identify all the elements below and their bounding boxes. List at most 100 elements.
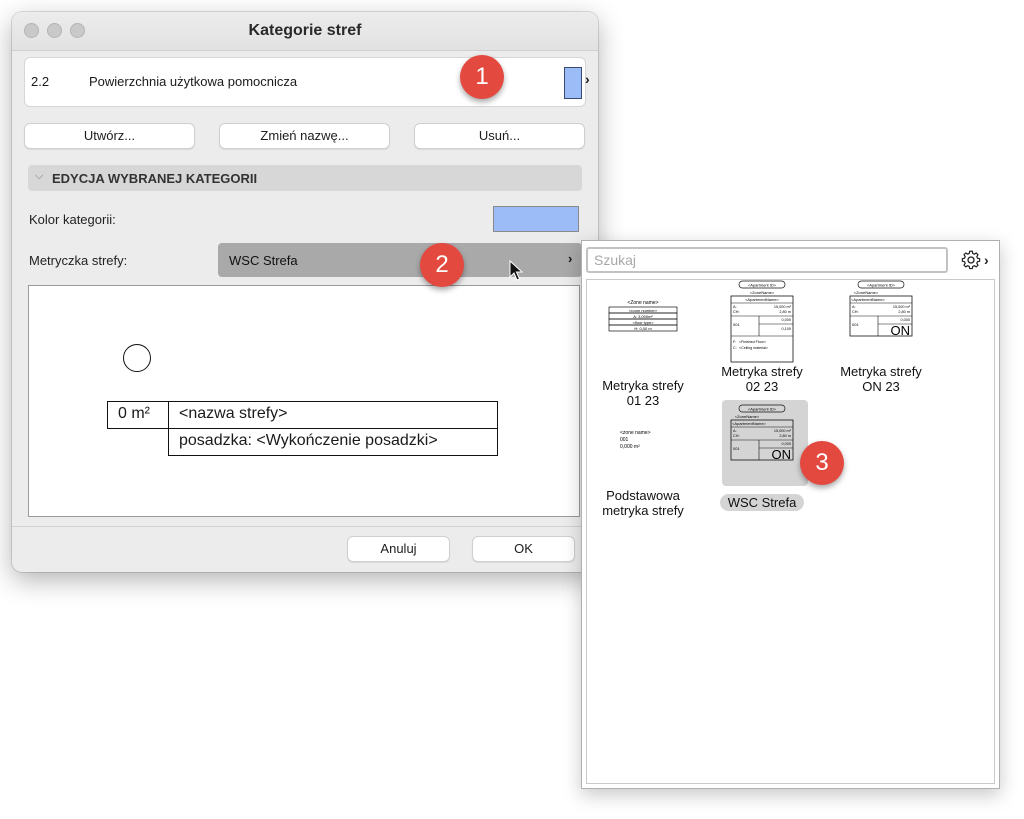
step-marker-3: 3 [800,441,844,485]
preview-floor-cell: posadzka: <Wykończenie posadzki> [168,428,498,456]
thumb-code-001: 001 [733,322,740,327]
section-title: EDYCJA WYBRANEJ KATEGORII [52,171,258,186]
stamp-caption-line2: metryka strefy [602,503,684,518]
zone-stamp-select[interactable]: WSC Strefa › [218,243,582,277]
thumb-area-small: A: 3,000m² [633,314,653,319]
cancel-button[interactable]: Anuluj [347,536,450,562]
category-code: 2.2 [31,74,50,89]
category-name: Powierzchnia użytkowa pomocnicza [89,74,298,89]
zone-stamp-library-popover: › <Zone name> <room number> A: 3,000m² <… [581,240,1000,789]
thumb-code-001: 001 [620,437,629,443]
thumb-apartment-name: <ApartmentName> [745,297,779,302]
thumb-height-value: 2,80 m [898,310,910,314]
stamp-thumbnail-01: <Zone name> <room number> A: 3,000m² <fl… [608,300,678,332]
thumb-small-value: 0,000 [781,318,791,322]
thumb-zone-name-tag: <ZoneName> [750,290,775,295]
stamp-thumbnail-04: <zone name> 001 0,000 m² [620,430,651,450]
edit-category-section-header[interactable]: ⌵ EDYCJA WYBRANEJ KATEGORII [28,165,582,191]
thumb-a-label: A: [733,429,737,433]
thumb-c-label: C: [733,346,737,350]
chevron-down-icon: ⌵ [35,170,44,182]
step-marker-1: 1 [460,55,504,99]
thumb-zone-name-tag: <ZoneName> [854,290,879,295]
thumb-apartment-id: <Apartment ID> [748,282,777,287]
rename-button[interactable]: Zmień nazwę... [219,123,390,149]
stamp-caption-02: Metryka strefy 02 23 [708,364,816,394]
thumb-code-001: 001 [852,322,859,327]
chevron-right-icon: › [568,251,573,266]
stamp-caption-line2: 02 23 [745,379,779,394]
thumb-zone-name: <Zone name> [627,300,658,306]
stamp-caption-line1: Podstawowa [606,488,680,503]
thumb-basic-area: 0,000 m² [620,444,640,450]
thumb-a-label: A: [733,305,737,309]
thumb-small-value-2: 0,100 [781,327,791,331]
stamp-thumbnail-05: <Apartment ID> <ZoneName> <ApartmentName… [730,404,794,462]
gear-icon: › [961,250,989,270]
zone-stamp-label: Metryczka strefy: [29,253,128,268]
delete-button[interactable]: Usuń... [414,123,585,149]
stamp-caption-01: Metryka strefy 01 23 [589,378,697,408]
thumb-apartment-id: <Apartment ID> [867,282,896,287]
thumb-on-label: ON [891,323,911,338]
thumb-f-label: F: [733,340,736,344]
chevron-right-icon[interactable]: › [585,71,590,87]
category-color-label: Kolor kategorii: [29,212,116,227]
preview-floor-finish: posadzka: <Wykończenie posadzki> [179,432,438,449]
thumb-code-001: 001 [733,446,740,451]
stamp-caption-03: Metryka strefy ON 23 [827,364,935,394]
thumb-ceiling-material: <Ceiling material> [739,346,768,350]
thumb-finished-floor: <Finished Floor> [739,340,766,344]
thumb-apartment-id: <Apartment ID> [748,406,777,411]
zone-stamp-value: WSC Strefa [229,253,298,268]
thumb-ch-label: CH: [733,310,740,314]
category-color-picker[interactable] [493,206,579,232]
thumb-floor-type: <floor type> [632,320,654,325]
stamp-caption-line1: WSC Strefa [719,494,805,511]
category-color-swatch [564,67,582,99]
thumb-apartment-name: <ApartmentName> [851,297,885,302]
thumb-small-value: 0,000 [900,318,910,322]
stamp-caption-line2: ON 23 [862,379,900,394]
thumb-room-number: <room number> [629,308,658,313]
cursor-icon [509,260,523,281]
thumb-a-label: A: [852,305,856,309]
thumb-zone-name-lower: <zone name> [620,430,651,436]
thumb-area-value: 15,000 m² [893,305,911,309]
stamp-caption-04: Podstawowa metryka strefy [589,488,697,518]
preview-area-cell: 0 m² [107,401,169,429]
footer-separator [12,526,598,527]
stamp-thumbnail-03: <Apartment ID> <ZoneName> <ApartmentName… [849,280,913,338]
svg-text:›: › [984,252,989,268]
create-button[interactable]: Utwórz... [24,123,195,149]
stamp-caption-line2: 01 23 [626,393,660,408]
settings-menu-button[interactable]: › [958,247,994,273]
thumb-small-value: 0,000 [781,442,791,446]
stamp-caption-05: WSC Strefa [708,494,816,511]
thumb-area-value: 15,000 m² [774,305,792,309]
stamp-caption-line1: Metryka strefy [721,364,803,379]
thumb-on-label: ON [772,447,792,462]
step-marker-2: 2 [420,243,464,287]
title-bar: Kategorie stref [12,12,598,51]
search-input[interactable] [586,247,948,273]
thumb-area-value: 15,000 m² [774,429,792,433]
thumb-height-small: H: 0,00 m [634,326,652,331]
zone-categories-dialog: Kategorie stref 2.2 Powierzchnia użytkow… [12,12,598,572]
ok-button[interactable]: OK [472,536,575,562]
thumb-zone-name-tag: <ZoneName> [735,414,760,419]
stamp-thumbnail-02: <Apartment ID> <ZoneName> <ApartmentName… [730,280,794,363]
thumb-apartment-name: <ApartmentName> [732,421,766,426]
preview-zone-name: <nazwa strefy> [179,405,288,422]
stamp-caption-line1: Metryka strefy [602,378,684,393]
preview-name-cell: <nazwa strefy> [168,401,498,429]
stamp-caption-line1: Metryka strefy [840,364,922,379]
thumb-ch-label: CH: [852,310,859,314]
window-title: Kategorie stref [248,22,362,39]
stamp-grid: <Zone name> <room number> A: 3,000m² <fl… [586,279,995,784]
preview-area: 0 m² [118,405,150,422]
zone-point-circle [123,344,151,372]
thumb-height-value: 2,80 m [779,310,791,314]
zone-stamp-preview: 0 m² <nazwa strefy> posadzka: <Wykończen… [28,285,580,517]
thumb-height-value: 2,80 m [779,434,791,438]
